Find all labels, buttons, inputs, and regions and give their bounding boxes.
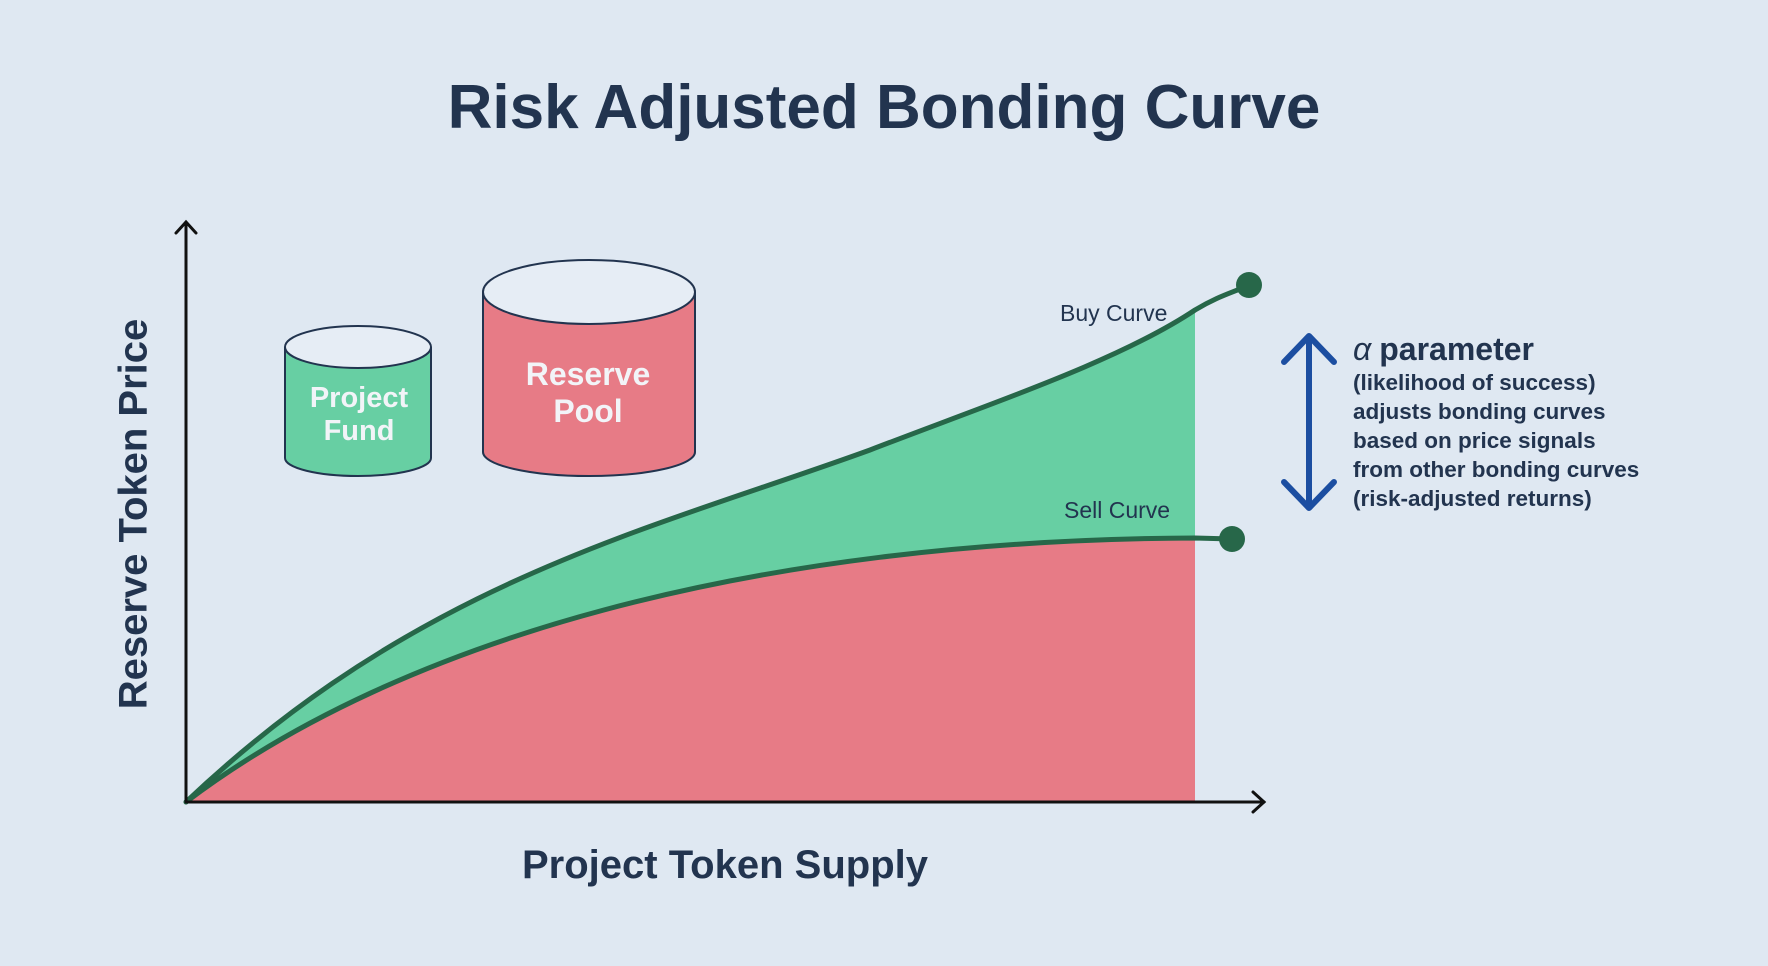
alpha-heading: α parameter: [1353, 330, 1753, 368]
y-axis-label: Reserve Token Price: [111, 318, 156, 710]
buy-curve-label: Buy Curve: [1060, 300, 1168, 326]
reserve-pool-label-line1: Reserve: [525, 356, 651, 392]
reserve-pool-label-line2: Pool: [553, 392, 623, 429]
project-fund-label: Project Fund: [284, 382, 434, 449]
alpha-symbol: α: [1353, 331, 1372, 367]
bonding-curve-diagram: Risk Adjusted Bonding Curve Reserve Toke…: [0, 0, 1768, 966]
diagram-title: Risk Adjusted Bonding Curve: [447, 73, 1321, 142]
alpha-line: (likelihood of success): [1353, 370, 1596, 396]
project-fund-label-line1: Project: [309, 382, 409, 414]
y-axis: [174, 219, 198, 804]
reserve-pool-label: Reserve Pool: [483, 356, 693, 430]
alpha-line: (risk-adjusted returns): [1353, 486, 1592, 512]
alpha-line: based on price signals: [1353, 428, 1596, 454]
alpha-description: (likelihood of success) adjusts bonding …: [1353, 368, 1753, 513]
x-axis-label: Project Token Supply: [522, 843, 928, 887]
sell-curve-endpoint: [1219, 526, 1245, 552]
alpha-parameter-annotation: α parameter (likelihood of success) adjus…: [1353, 330, 1753, 513]
buy-curve-endpoint: [1236, 272, 1262, 298]
project-fund-label-line2: Fund: [323, 415, 395, 448]
alpha-double-arrow: [1281, 333, 1337, 511]
alpha-line: from other bonding curves: [1353, 457, 1640, 483]
alpha-heading-text: parameter: [1379, 331, 1534, 367]
sell-curve-label: Sell Curve: [1064, 497, 1171, 523]
alpha-line: adjusts bonding curves: [1353, 399, 1606, 425]
